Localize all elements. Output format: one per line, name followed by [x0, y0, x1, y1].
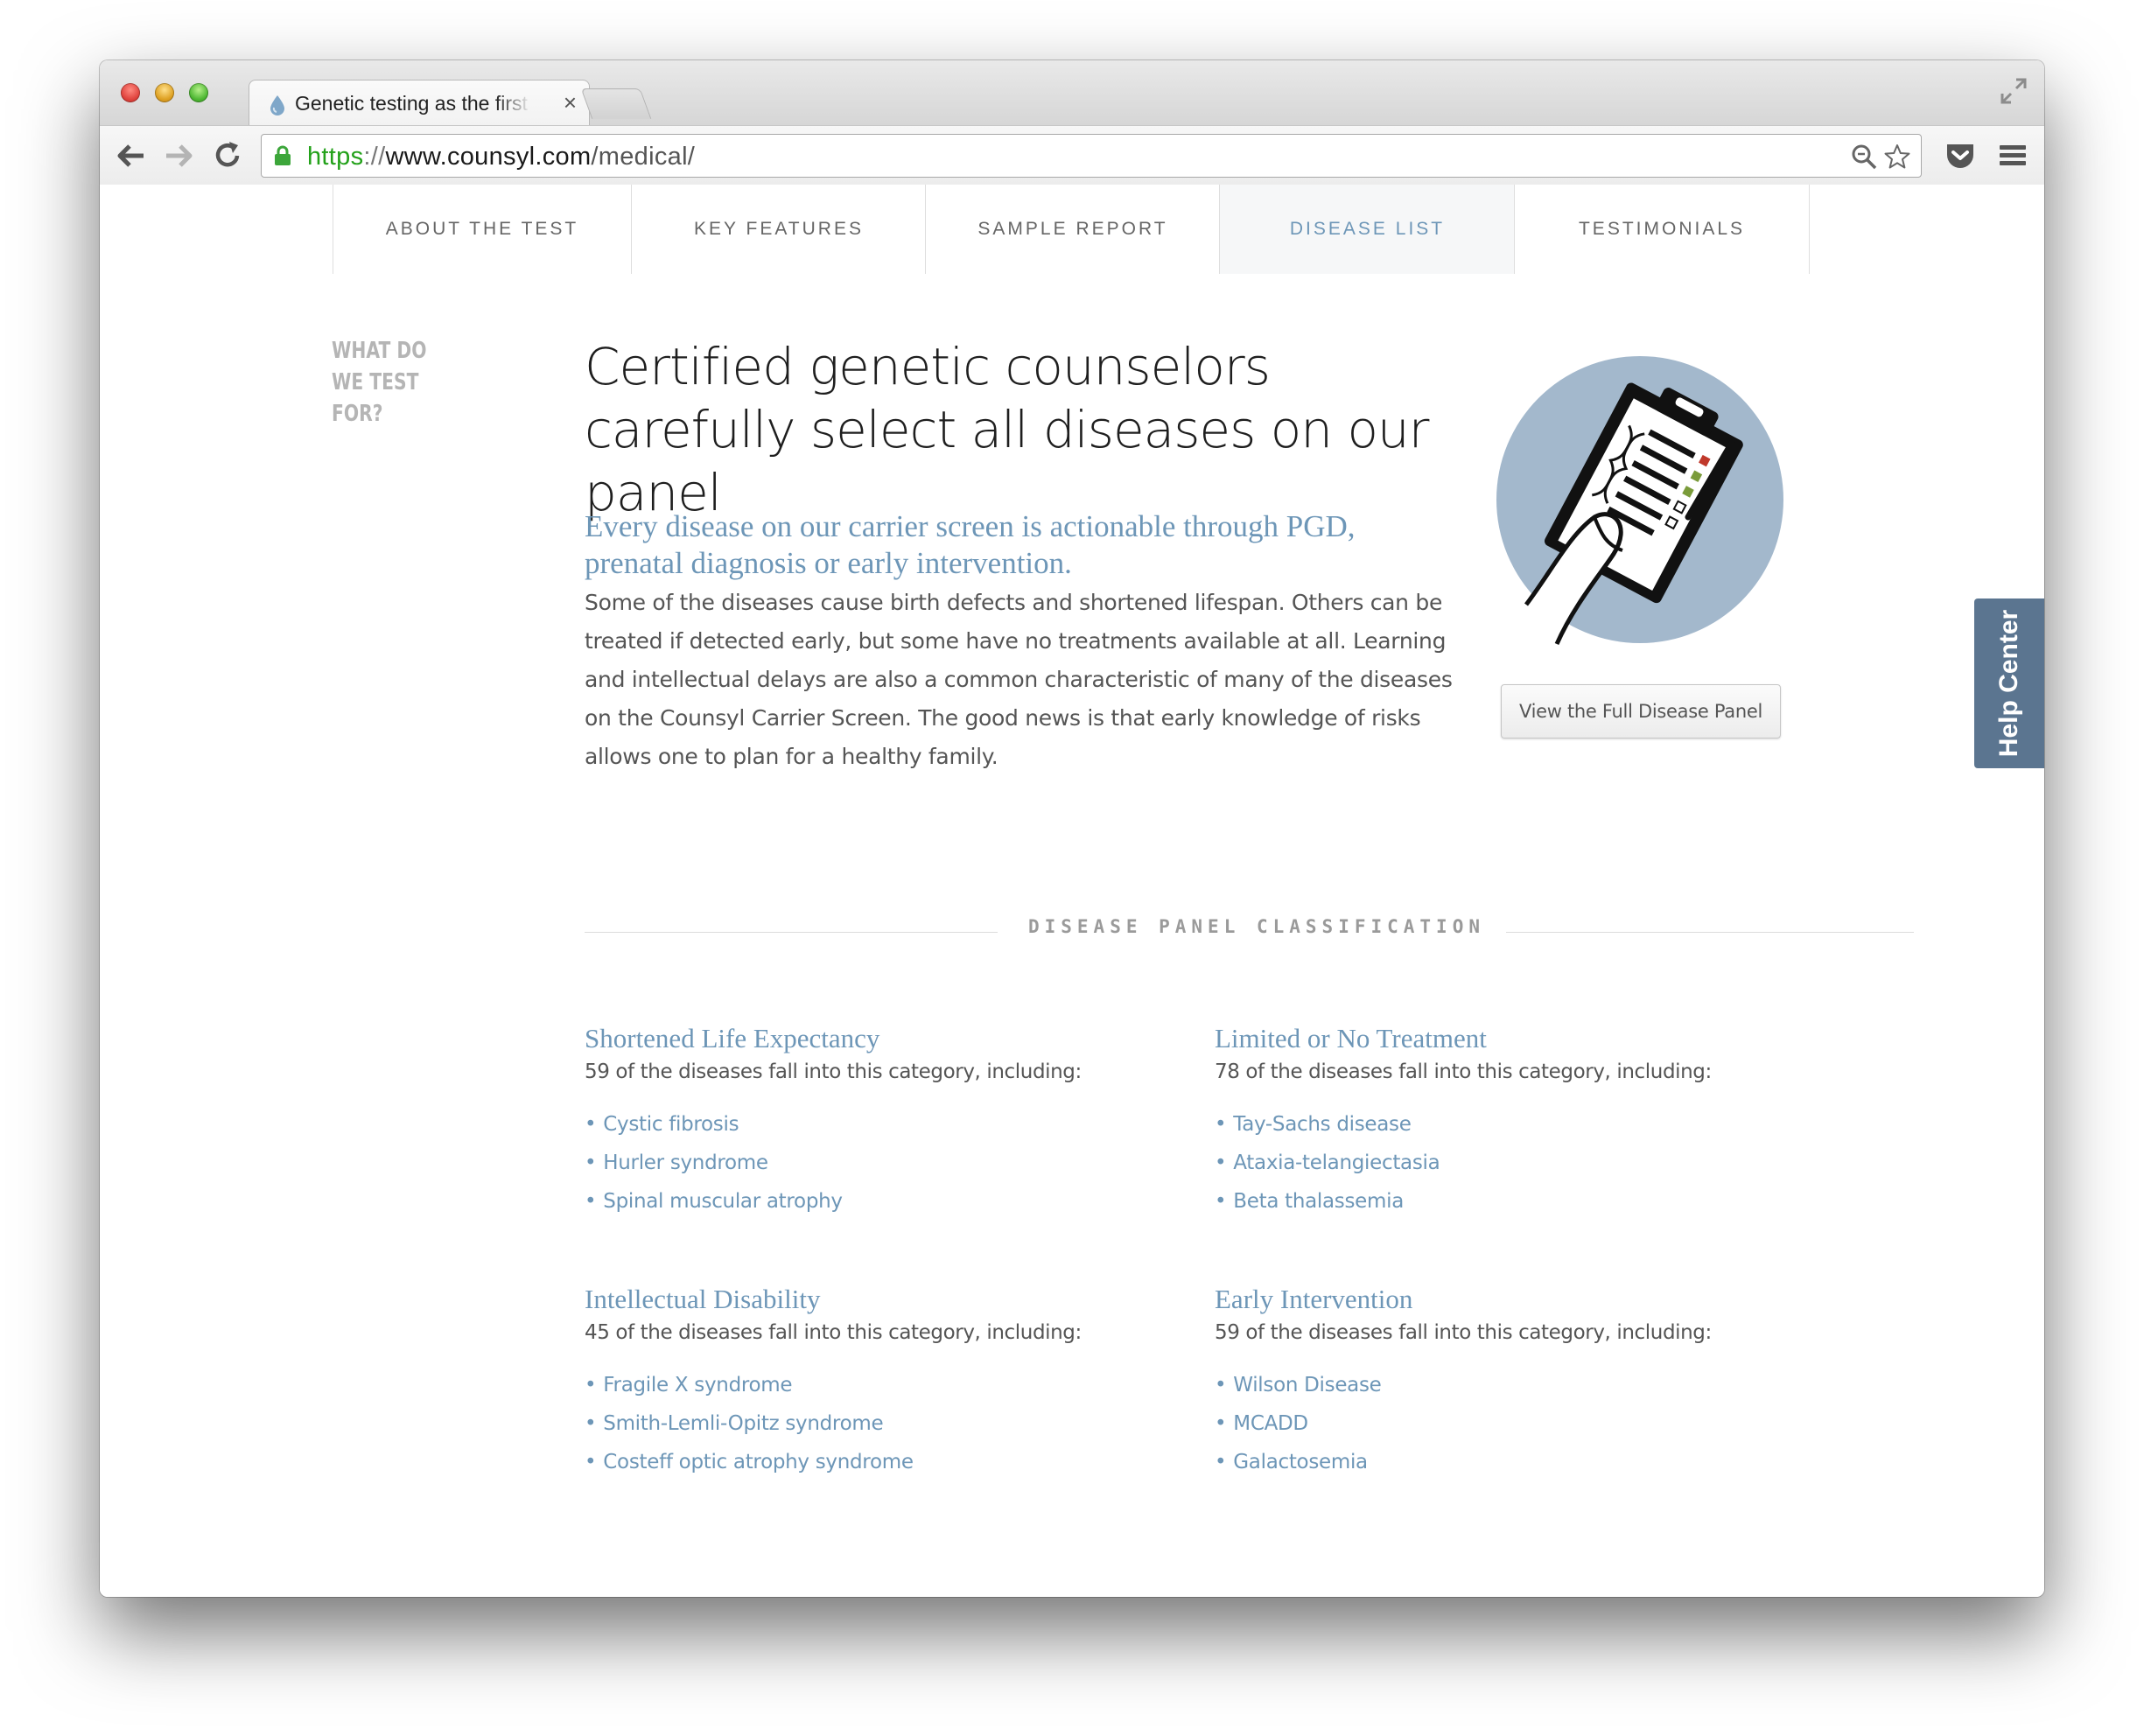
bullet: • — [585, 1152, 597, 1174]
view-full-panel-button[interactable]: View the Full Disease Panel — [1501, 684, 1781, 738]
disease-link[interactable]: • Galactosemia — [1215, 1443, 1792, 1481]
tab-title: Genetic testing as the first step — [295, 92, 531, 115]
reload-icon[interactable] — [210, 140, 245, 172]
lock-icon — [275, 145, 291, 165]
browser-window: Genetic testing as the first step × http… — [100, 60, 2044, 1597]
category-early-intervention: Early Intervention 59 of the diseases fa… — [1215, 1282, 1792, 1481]
disease-name: Hurler syndrome — [603, 1152, 768, 1174]
bullet: • — [585, 1113, 597, 1136]
disease-link[interactable]: • Spinal muscular atrophy — [585, 1182, 1162, 1221]
main-content: WHAT DO WE TEST FOR? Certified genetic c… — [100, 274, 2044, 1597]
url-separator: :// — [363, 143, 386, 171]
disease-name: Tay-Sachs disease — [1233, 1113, 1412, 1136]
divider-left — [585, 932, 998, 933]
clipboard-dna-icon — [1496, 356, 1783, 646]
disease-name: Fragile X syndrome — [603, 1374, 793, 1396]
minimize-window-button[interactable] — [155, 83, 174, 102]
disease-link[interactable]: • Costeff optic atrophy syndrome — [585, 1443, 1162, 1481]
bullet: • — [1215, 1412, 1227, 1435]
category-title: Early Intervention — [1215, 1284, 1413, 1314]
disease-name: Spinal muscular atrophy — [603, 1190, 843, 1213]
disease-link[interactable]: • MCADD — [1215, 1404, 1792, 1443]
divider-right — [1506, 932, 1914, 933]
site-nav: ABOUT THE TEST KEY FEATURES SAMPLE REPOR… — [100, 185, 2044, 275]
bullet: • — [1215, 1190, 1227, 1213]
page-subhead: Every disease on our carrier screen is a… — [585, 509, 1356, 580]
disease-list: • Wilson Disease • MCADD • Galactosemia — [1215, 1366, 1792, 1481]
nav-disease-list[interactable]: DISEASE LIST — [1219, 185, 1515, 274]
disease-name: Smith-Lemli-Opitz syndrome — [603, 1412, 884, 1435]
disease-link[interactable]: • Cystic fibrosis — [585, 1105, 1162, 1144]
bullet: • — [1215, 1451, 1227, 1474]
bullet: • — [1215, 1152, 1227, 1174]
url-path: /medical/ — [591, 143, 696, 171]
zoom-magnifier-icon[interactable] — [1851, 144, 1877, 170]
help-center-label: Help Center — [1994, 609, 2023, 758]
forward-arrow-icon[interactable] — [161, 140, 196, 172]
disease-list: • Tay-Sachs disease • Ataxia-telangiectasi… — [1215, 1105, 1792, 1221]
disease-list: • Fragile X syndrome • Smith-Lemli-Opitz s… — [585, 1366, 1162, 1481]
category-count: 59 of the diseases fall into this catego… — [1215, 1321, 1712, 1344]
bullet: • — [585, 1412, 597, 1435]
tab-close-icon[interactable]: × — [564, 89, 577, 116]
category-title: Shortened Life Expectancy — [585, 1023, 880, 1054]
bullet: • — [585, 1451, 597, 1474]
disease-name: Beta thalassemia — [1233, 1190, 1405, 1213]
address-bar[interactable]: https://www.counsyl.com/medical/ — [261, 134, 1922, 178]
category-limited-or-no-treatment: Limited or No Treatment 78 of the diseas… — [1215, 1021, 1792, 1221]
disease-link[interactable]: • Ataxia-telangiectasia — [1215, 1144, 1792, 1182]
category-intellectual-disability: Intellectual Disability 45 of the diseas… — [585, 1282, 1162, 1481]
category-title: Intellectual Disability — [585, 1284, 821, 1314]
fullscreen-icon[interactable] — [1999, 76, 2028, 106]
bookmark-star-icon[interactable] — [1884, 144, 1910, 170]
bullet: • — [1215, 1374, 1227, 1396]
classification-heading: DISEASE PANEL CLASSIFICATION — [1027, 916, 1485, 937]
new-tab-button[interactable] — [580, 88, 652, 119]
back-arrow-icon[interactable] — [114, 140, 149, 172]
pocket-icon[interactable] — [1944, 140, 1976, 172]
disease-name: Galactosemia — [1233, 1451, 1368, 1474]
droplet-favicon-icon — [270, 95, 284, 116]
url-text: https://www.counsyl.com/medical/ — [307, 143, 695, 172]
url-scheme: https — [307, 143, 364, 171]
url-host: www.counsyl.com — [385, 143, 592, 171]
category-shortened-life-expectancy: Shortened Life Expectancy 59 of the dise… — [585, 1021, 1162, 1221]
disease-list: • Cystic fibrosis • Hurler syndrome • Spina… — [585, 1105, 1162, 1221]
browser-toolbar: https://www.counsyl.com/medical/ — [100, 125, 2044, 186]
disease-link[interactable]: • Wilson Disease — [1215, 1366, 1792, 1404]
disease-name: Costeff optic atrophy syndrome — [603, 1451, 914, 1474]
disease-link[interactable]: • Hurler syndrome — [585, 1144, 1162, 1182]
category-title: Limited or No Treatment — [1215, 1023, 1487, 1054]
disease-link[interactable]: • Beta thalassemia — [1215, 1182, 1792, 1221]
disease-link[interactable]: • Tay-Sachs disease — [1215, 1105, 1792, 1144]
bullet: • — [585, 1374, 597, 1396]
disease-name: Cystic fibrosis — [603, 1113, 739, 1136]
browser-tab[interactable]: Genetic testing as the first step × — [249, 80, 590, 126]
section-label: WHAT DO WE TEST FOR? — [332, 338, 427, 427]
disease-name: Ataxia-telangiectasia — [1233, 1152, 1440, 1174]
help-center-tab[interactable]: Help Center — [1974, 598, 2044, 768]
disease-name: MCADD — [1233, 1412, 1308, 1435]
nav-testimonials[interactable]: TESTIMONIALS — [1514, 185, 1810, 274]
zoom-window-button[interactable] — [189, 83, 208, 102]
disease-link[interactable]: • Fragile X syndrome — [585, 1366, 1162, 1404]
nav-key-features[interactable]: KEY FEATURES — [631, 185, 926, 274]
nav-about-the-test[interactable]: ABOUT THE TEST — [333, 185, 631, 274]
bullet: • — [1215, 1113, 1227, 1136]
disease-link[interactable]: • Smith-Lemli-Opitz syndrome — [585, 1404, 1162, 1443]
intro-paragraph: Some of the diseases cause birth defects… — [585, 590, 1453, 769]
disease-name: Wilson Disease — [1233, 1374, 1382, 1396]
tab-strip: Genetic testing as the first step × — [100, 60, 2044, 126]
category-count: 45 of the diseases fall into this catego… — [585, 1321, 1082, 1344]
category-count: 59 of the diseases fall into this catego… — [585, 1060, 1082, 1083]
close-window-button[interactable] — [121, 83, 140, 102]
bullet: • — [585, 1190, 597, 1213]
menu-hamburger-icon[interactable] — [1997, 140, 2028, 172]
category-count: 78 of the diseases fall into this catego… — [1215, 1060, 1712, 1083]
nav-sample-report[interactable]: SAMPLE REPORT — [925, 185, 1220, 274]
page-headline: Certified genetic counselors carefully s… — [585, 337, 1430, 522]
